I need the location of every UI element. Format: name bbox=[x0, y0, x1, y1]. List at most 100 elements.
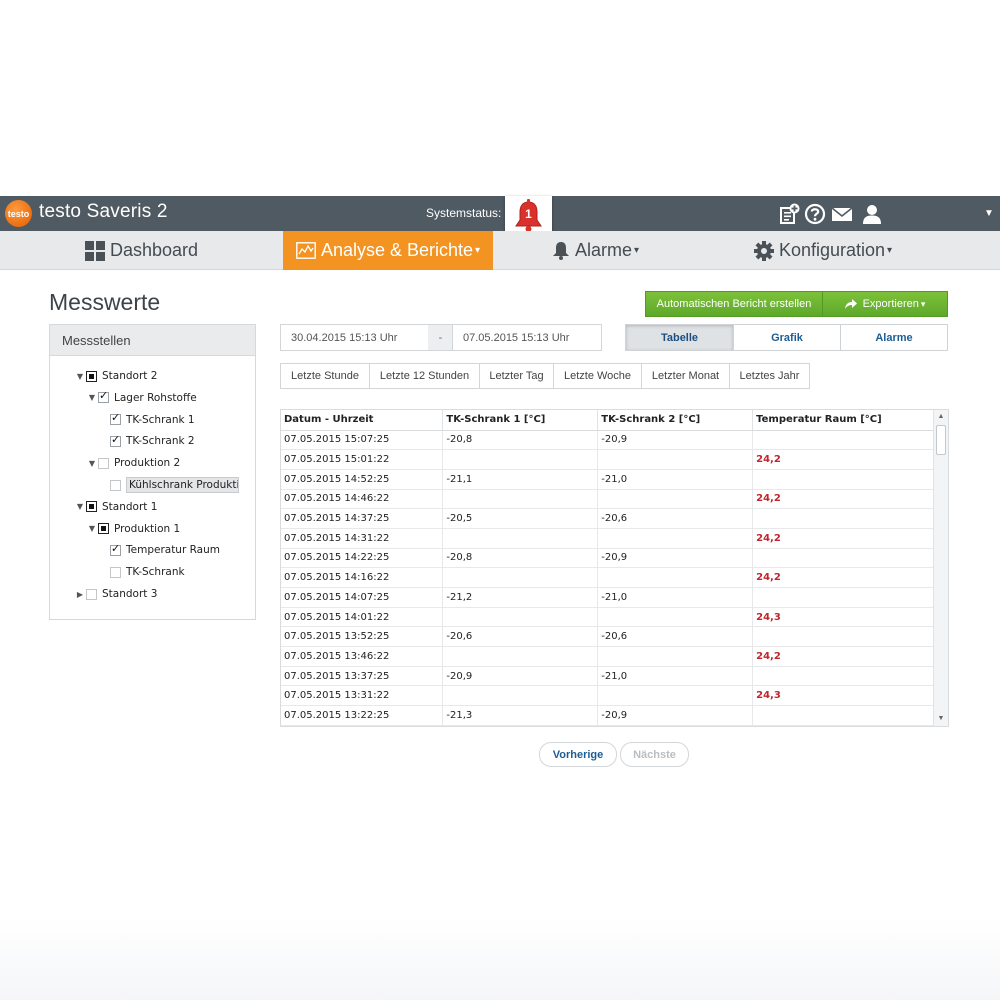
chevron-down-icon: ▾ bbox=[920, 298, 926, 309]
nav-dashboard[interactable]: Dashboard bbox=[0, 231, 283, 270]
tree-item[interactable]: TK-Schrank 1 bbox=[98, 410, 195, 430]
table-row: 07.05.2015 13:31:22 24,3 bbox=[281, 685, 934, 707]
nav-dashboard-label: Dashboard bbox=[109, 240, 199, 260]
tree-checkbox[interactable] bbox=[98, 457, 109, 469]
table-cell: 24,3 bbox=[752, 685, 934, 707]
chevron-down-icon: ▾ bbox=[887, 245, 893, 256]
table-cell: 07.05.2015 14:52:25 bbox=[281, 469, 444, 490]
table-cell bbox=[597, 489, 754, 510]
nav-analysis[interactable]: Analyse & Berichte ▾ bbox=[283, 231, 493, 270]
nav-configuration[interactable]: Konfiguration ▾ bbox=[698, 231, 948, 270]
table-cell: 07.05.2015 13:37:25 bbox=[281, 666, 444, 687]
tree-checkbox[interactable] bbox=[86, 501, 97, 513]
chevron-down-icon: ▾ bbox=[475, 245, 481, 256]
table-cell: -20,9 bbox=[597, 548, 754, 569]
table-row: 07.05.2015 14:22:25 -20,8 -20,9 bbox=[281, 548, 934, 569]
view-chart-button[interactable]: Grafik bbox=[733, 324, 841, 351]
tree-item[interactable]: Temperatur Raum bbox=[98, 540, 220, 560]
quick-range-last-month[interactable]: Letzter Monat bbox=[641, 363, 730, 389]
quick-range-last-day[interactable]: Letzter Tag bbox=[479, 363, 554, 389]
tree-item[interactable]: Kühlschrank Produktion bbox=[98, 475, 239, 495]
quick-range-last-week[interactable]: Letzte Woche bbox=[553, 363, 642, 389]
expand-arrow-icon[interactable]: ▼ bbox=[74, 502, 86, 511]
tree-item[interactable]: ▼ Produktion 2 bbox=[86, 453, 180, 473]
table-cell: -20,6 bbox=[597, 626, 754, 648]
collapse-arrow-icon[interactable]: ▶ bbox=[74, 590, 86, 599]
view-alarms-button[interactable]: Alarme bbox=[840, 324, 948, 351]
column-header-tk-schrank-1[interactable]: TK-Schrank 1 [°C] bbox=[442, 410, 599, 431]
tree-checkbox[interactable] bbox=[98, 389, 109, 404]
tree-item[interactable]: TK-Schrank bbox=[98, 562, 185, 582]
expand-arrow-icon[interactable]: ▼ bbox=[86, 459, 98, 468]
add-report-icon[interactable] bbox=[778, 203, 800, 225]
tree-item[interactable]: TK-Schrank 2 bbox=[98, 431, 195, 451]
table-cell bbox=[752, 469, 934, 490]
tree-item[interactable]: ▼ Standort 1 bbox=[74, 497, 158, 517]
table-cell: -21,3 bbox=[442, 705, 599, 726]
tree-checkbox[interactable] bbox=[86, 370, 97, 382]
table-cell: -20,6 bbox=[597, 508, 754, 529]
table-cell: 07.05.2015 14:46:22 bbox=[281, 489, 444, 510]
column-header-tk-schrank-2[interactable]: TK-Schrank 2 [°C] bbox=[597, 410, 754, 431]
table-cell bbox=[442, 607, 599, 628]
chevron-down-icon: ▾ bbox=[633, 245, 640, 256]
quick-range-last-year[interactable]: Letztes Jahr bbox=[729, 363, 810, 389]
quick-range-last-12-hours[interactable]: Letzte 12 Stunden bbox=[369, 363, 480, 389]
date-from-field[interactable]: 30.04.2015 15:13 Uhr bbox=[280, 324, 429, 351]
tree-item[interactable]: ▼ Standort 2 bbox=[74, 366, 158, 386]
expand-arrow-icon[interactable]: ▼ bbox=[74, 372, 86, 381]
measuring-points-panel: Messstellen ▼ Standort 2 ▼ Lager Rohstoffe T… bbox=[49, 324, 256, 620]
share-arrow-icon bbox=[844, 299, 857, 309]
column-header-datetime[interactable]: Datum - Uhrzeit bbox=[281, 410, 444, 431]
tree-item-label: Standort 1 bbox=[102, 500, 158, 513]
tree-item-label: Produktion 1 bbox=[114, 522, 181, 535]
table-row: 07.05.2015 14:31:22 24,2 bbox=[281, 528, 934, 549]
table-header-row: Datum - Uhrzeit TK-Schrank 1 [°C] TK-Sch… bbox=[281, 410, 934, 431]
tree-item[interactable]: ▼ Produktion 1 bbox=[86, 519, 180, 539]
tree-checkbox[interactable] bbox=[110, 479, 121, 491]
scroll-down-icon[interactable]: ▼ bbox=[934, 712, 948, 726]
quick-range-last-hour[interactable]: Letzte Stunde bbox=[280, 363, 370, 389]
system-status-alarm-button[interactable]: 1 bbox=[505, 196, 552, 236]
table-cell: 07.05.2015 14:16:22 bbox=[281, 567, 444, 588]
main-nav: Dashboard Analyse & Berichte ▾ Alarme ▾ bbox=[0, 231, 1000, 270]
table-row: 07.05.2015 13:46:22 24,2 bbox=[281, 646, 934, 667]
bell-icon bbox=[552, 242, 569, 260]
table-scrollbar[interactable]: ▲ ▼ bbox=[933, 410, 948, 726]
date-to-field[interactable]: 07.05.2015 15:13 Uhr bbox=[452, 324, 602, 351]
scroll-up-icon[interactable]: ▲ bbox=[934, 410, 948, 424]
tree-checkbox[interactable] bbox=[110, 566, 121, 578]
tree-checkbox[interactable] bbox=[86, 588, 97, 600]
view-table-button[interactable]: Tabelle bbox=[625, 324, 734, 351]
auto-report-button[interactable]: Automatischen Bericht erstellen bbox=[645, 291, 823, 317]
table-cell: -20,8 bbox=[442, 548, 599, 569]
column-header-temperatur-raum[interactable]: Temperatur Raum [°C] bbox=[752, 410, 934, 431]
mail-icon[interactable] bbox=[831, 203, 853, 225]
help-icon[interactable] bbox=[804, 203, 826, 225]
tree-checkbox[interactable] bbox=[98, 523, 109, 535]
expand-arrow-icon[interactable]: ▼ bbox=[86, 393, 98, 402]
tree-checkbox[interactable] bbox=[110, 542, 121, 556]
tree-item-label: Standort 2 bbox=[102, 370, 158, 382]
previous-page-button[interactable]: Vorherige bbox=[539, 742, 617, 767]
tree-checkbox[interactable] bbox=[110, 433, 121, 447]
user-icon[interactable] bbox=[861, 203, 883, 225]
table-cell bbox=[597, 449, 754, 470]
table-cell bbox=[752, 626, 934, 648]
table-cell: -21,0 bbox=[597, 469, 754, 490]
table-row: 07.05.2015 13:37:25 -20,9 -21,0 bbox=[281, 666, 934, 687]
table-cell bbox=[597, 528, 754, 549]
date-range-separator: - bbox=[428, 324, 453, 351]
tree-item[interactable]: ▼ Lager Rohstoffe bbox=[86, 388, 197, 408]
user-menu-caret-icon[interactable]: ▼ bbox=[984, 208, 994, 219]
app-title: testo Saveris 2 bbox=[39, 201, 168, 222]
tree-checkbox[interactable] bbox=[110, 411, 121, 426]
scroll-thumb[interactable] bbox=[936, 425, 946, 455]
table-cell: 24,3 bbox=[752, 607, 934, 628]
next-page-button[interactable]: Nächste bbox=[620, 742, 689, 767]
tree-item[interactable]: ▶ Standort 3 bbox=[74, 584, 158, 604]
nav-alarms[interactable]: Alarme ▾ bbox=[493, 231, 698, 270]
expand-arrow-icon[interactable]: ▼ bbox=[86, 524, 98, 533]
table-cell: 07.05.2015 14:37:25 bbox=[281, 508, 444, 529]
export-button[interactable]: Exportieren ▾ bbox=[822, 291, 948, 317]
